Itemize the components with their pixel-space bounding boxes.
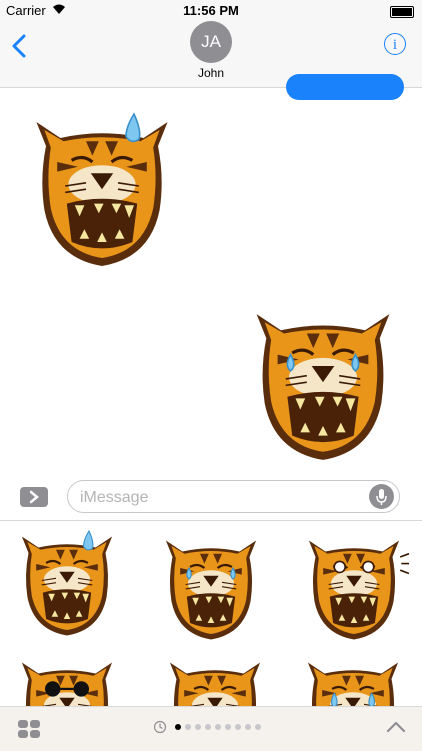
page-dot[interactable] — [235, 724, 241, 730]
message-input[interactable]: iMessage — [67, 480, 400, 513]
message-input-placeholder: iMessage — [80, 489, 149, 506]
battery-icon — [390, 6, 414, 18]
app-grid-icon[interactable] — [17, 719, 41, 739]
drawer-sticker-tiger-sunglasses[interactable] — [12, 657, 122, 707]
page-dot[interactable] — [205, 724, 211, 730]
chevron-right-icon — [29, 490, 39, 504]
expand-apps-button[interactable] — [20, 487, 48, 507]
chevron-up-icon[interactable] — [386, 721, 406, 733]
page-dot[interactable] — [185, 724, 191, 730]
page-dot[interactable] — [195, 724, 201, 730]
microphone-icon — [376, 489, 387, 505]
drawer-sticker-tiger-surprised[interactable] — [296, 535, 412, 645]
sticker-drawer — [0, 520, 422, 707]
sent-message-bubble[interactable] — [286, 74, 404, 100]
microphone-button[interactable] — [369, 484, 394, 509]
chevron-left-icon[interactable] — [10, 34, 30, 58]
drawer-sticker-tiger-crying[interactable] — [298, 657, 408, 707]
drawer-sticker-tiger-grinning[interactable] — [160, 657, 270, 707]
page-dot[interactable] — [225, 724, 231, 730]
status-bar: Carrier 11:56 PM — [0, 0, 422, 22]
sticker-tiger-crying-laughing[interactable] — [242, 304, 404, 470]
page-dot[interactable] — [245, 724, 251, 730]
app-drawer-toolbar — [0, 706, 422, 751]
clock-time: 11:56 PM — [183, 3, 239, 18]
page-dot[interactable] — [255, 724, 261, 730]
page-dot[interactable] — [175, 724, 181, 730]
page-dot[interactable] — [215, 724, 221, 730]
page-indicator[interactable] — [154, 720, 270, 734]
drawer-sticker-tiger-sweating[interactable] — [12, 527, 122, 645]
info-button[interactable]: i — [384, 33, 406, 55]
sticker-tiger-sweating[interactable] — [22, 108, 182, 280]
clock-icon — [154, 720, 167, 734]
message-composer: iMessage — [0, 475, 422, 519]
drawer-sticker-tiger-crying-laughing[interactable] — [156, 535, 266, 645]
contact-avatar[interactable]: JA — [190, 21, 232, 63]
